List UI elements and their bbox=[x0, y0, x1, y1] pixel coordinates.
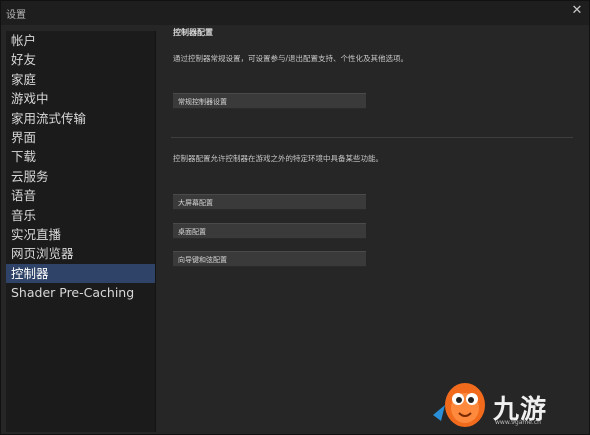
sidebar-item-controller[interactable]: 控制器 bbox=[6, 263, 155, 284]
sidebar-item-broadcasting[interactable]: 实况直播 bbox=[6, 225, 155, 244]
sidebar-item-family[interactable]: 家庭 bbox=[6, 70, 155, 89]
sidebar-item-in-game[interactable]: 游戏中 bbox=[6, 89, 155, 108]
title-bar[interactable]: 设置 ✕ bbox=[1, 1, 589, 25]
settings-sidebar: 帐户 好友 家庭 游戏中 家用流式传输 界面 下载 云服务 语音 音乐 实况直播… bbox=[6, 31, 156, 432]
sidebar-item-voice[interactable]: 语音 bbox=[6, 186, 155, 205]
general-description: 通过控制器常规设置，可设置参与/退出配置支持、个性化及其他选项。 bbox=[173, 54, 409, 63]
general-controller-settings-button[interactable]: 常规控制器设置 bbox=[173, 93, 366, 109]
sidebar-item-friends[interactable]: 好友 bbox=[6, 50, 155, 69]
mascot-icon bbox=[433, 383, 485, 427]
section-title: 控制器配置 bbox=[173, 28, 213, 37]
watermark-logo: 九游 www.9game.cn bbox=[431, 375, 581, 430]
configuration-description: 控制器配置允许控制器在游戏之外的特定环境中具备某些功能。 bbox=[173, 154, 383, 163]
controller-settings-panel: 控制器配置 通过控制器常规设置，可设置参与/退出配置支持、个性化及其他选项。 常… bbox=[171, 27, 576, 427]
sidebar-item-home-streaming[interactable]: 家用流式传输 bbox=[6, 109, 155, 128]
desktop-config-button[interactable]: 桌面配置 bbox=[173, 223, 366, 239]
guide-button-chord-config-button[interactable]: 向导键和弦配置 bbox=[173, 251, 366, 267]
sidebar-item-shader-pre-caching[interactable]: Shader Pre-Caching bbox=[6, 283, 155, 302]
sidebar-item-interface[interactable]: 界面 bbox=[6, 128, 155, 147]
sidebar-item-downloads[interactable]: 下载 bbox=[6, 147, 155, 166]
sidebar-item-web-browser[interactable]: 网页浏览器 bbox=[6, 244, 155, 263]
watermark-url: www.9game.cn bbox=[495, 419, 541, 426]
close-icon[interactable]: ✕ bbox=[569, 3, 585, 19]
sidebar-item-account[interactable]: 帐户 bbox=[6, 31, 155, 50]
window-title: 设置 bbox=[6, 10, 26, 21]
section-divider bbox=[171, 137, 573, 138]
settings-window: 设置 ✕ 帐户 好友 家庭 游戏中 家用流式传输 界面 下载 云服务 语音 音乐… bbox=[0, 0, 590, 435]
sidebar-item-music[interactable]: 音乐 bbox=[6, 206, 155, 225]
sidebar-item-cloud[interactable]: 云服务 bbox=[6, 167, 155, 186]
big-picture-config-button[interactable]: 大屏幕配置 bbox=[173, 194, 366, 210]
